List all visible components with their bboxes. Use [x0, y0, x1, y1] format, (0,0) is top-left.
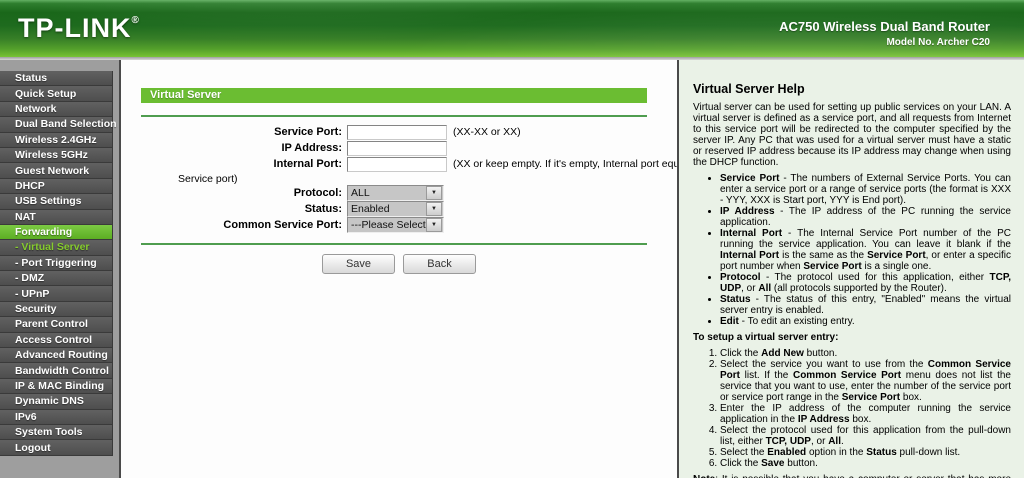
service-port-row: Service Port: (XX-XX or XX): [121, 124, 677, 140]
help-bullet-list: Service Port - The numbers of External S…: [693, 173, 1011, 327]
sidebar-item-virtual-server[interactable]: - Virtual Server: [0, 240, 113, 256]
internal-port-row: Internal Port: (XX or keep empty. If it'…: [121, 156, 704, 172]
tplink-logo: TP-LINK®: [18, 13, 139, 44]
sidebar-item-bandwidth-control[interactable]: Bandwidth Control: [0, 363, 113, 379]
help-step: Select the Enabled option in the Status …: [720, 447, 1011, 458]
protocol-label: Protocol:: [293, 187, 342, 199]
help-bullet: Internal Port - The Internal Service Por…: [720, 228, 1011, 272]
ip-address-row: IP Address:: [121, 140, 677, 156]
help-step: Select the protocol used for this applic…: [720, 425, 1011, 447]
help-intro: Virtual server can be used for setting u…: [693, 102, 1011, 168]
tplink-logo-text: TP-LINK: [18, 13, 132, 43]
virtual-server-form: Service Port: (XX-XX or XX) IP Address: …: [121, 124, 704, 233]
help-step: Enter the IP address of the computer run…: [720, 403, 1011, 425]
sidebar-item-nat[interactable]: NAT: [0, 209, 113, 225]
status-row: Status: Enabled ▼: [121, 201, 677, 217]
sidebar-item-dynamic-dns[interactable]: Dynamic DNS: [0, 394, 113, 410]
sidebar-item-wireless-5ghz[interactable]: Wireless 5GHz: [0, 147, 113, 164]
sidebar-item-ip-mac-binding[interactable]: IP & MAC Binding: [0, 378, 113, 395]
help-bullet: Status - The status of this entry, "Enab…: [720, 294, 1011, 316]
sidebar-item-forwarding[interactable]: Forwarding: [0, 224, 113, 241]
header: TP-LINK® AC750 Wireless Dual Band Router…: [0, 0, 1024, 57]
bottom-rule: [141, 243, 647, 245]
form-buttons: Save Back: [121, 254, 677, 274]
help-bullet: IP Address - The IP address of the PC ru…: [720, 206, 1011, 228]
help-bullet: Service Port - The numbers of External S…: [720, 173, 1011, 206]
service-port-hint: (XX-XX or XX): [453, 126, 521, 138]
sidebar-item-advanced-routing[interactable]: Advanced Routing: [0, 348, 113, 364]
protocol-select[interactable]: ALL ▼: [347, 185, 444, 201]
sidebar-item-wireless-2-4ghz[interactable]: Wireless 2.4GHz: [0, 132, 113, 148]
sidebar-item-quick-setup[interactable]: Quick Setup: [0, 86, 113, 102]
top-rule: [141, 115, 647, 117]
product-name: AC750 Wireless Dual Band Router: [779, 19, 990, 34]
sidebar-item-status[interactable]: Status: [0, 71, 113, 87]
help-step: Click the Save button.: [720, 458, 1011, 469]
service-port-label: Service Port:: [274, 126, 342, 138]
sidebar-item-guest-network[interactable]: Guest Network: [0, 163, 113, 179]
back-button[interactable]: Back: [403, 254, 476, 274]
status-label: Status:: [304, 203, 342, 215]
header-product-info: AC750 Wireless Dual Band Router Model No…: [779, 19, 990, 48]
help-title: Virtual Server Help: [693, 82, 805, 96]
save-button[interactable]: Save: [322, 254, 395, 274]
help-note: Note: It is possible that you have a com…: [693, 474, 1011, 478]
chevron-down-icon: ▼: [426, 186, 442, 200]
internal-port-input[interactable]: [347, 156, 447, 172]
common-service-port-select[interactable]: ---Please Select--- ▼: [347, 217, 444, 233]
page-title: Virtual Server: [141, 88, 647, 103]
main-panel: Virtual Server Service Port: (XX-XX or X…: [119, 60, 704, 478]
sidebar-item-access-control[interactable]: Access Control: [0, 332, 113, 349]
sidebar-item-dual-band-selection[interactable]: Dual Band Selection: [0, 117, 117, 133]
sidebar-item-dhcp[interactable]: DHCP: [0, 178, 113, 195]
model-number: Model No. Archer C20: [886, 37, 990, 48]
sidebar-item-ipv6[interactable]: IPv6: [0, 409, 113, 425]
help-bullet: Edit - To edit an existing entry.: [720, 316, 1011, 327]
common-service-port-select-value: ---Please Select---: [351, 219, 426, 231]
sidebar: Status Quick Setup Network Dual Band Select…: [0, 60, 119, 478]
status-select-value: Enabled: [351, 203, 390, 215]
help-step: Click the Add New button.: [720, 348, 1011, 359]
common-service-port-label: Common Service Port:: [223, 219, 342, 231]
help-bullet: Protocol - The protocol used for this ap…: [720, 272, 1011, 294]
status-select[interactable]: Enabled ▼: [347, 201, 444, 217]
internal-port-hint: (XX or keep empty. If it's empty, Intern…: [453, 158, 705, 170]
chevron-down-icon: ▼: [426, 218, 442, 232]
sidebar-item-logout[interactable]: Logout: [0, 440, 113, 456]
ip-address-label: IP Address:: [281, 142, 342, 154]
service-port-input[interactable]: [347, 124, 447, 140]
help-step-list: Click the Add New button.Select the serv…: [693, 348, 1011, 469]
help-step: Select the service you want to use from …: [720, 359, 1011, 403]
ip-address-input[interactable]: [347, 140, 447, 156]
protocol-select-value: ALL: [351, 187, 370, 199]
internal-port-hint-wrap: Service port): [178, 172, 238, 185]
chevron-down-icon: ▼: [426, 202, 442, 216]
common-service-port-row: Common Service Port: ---Please Select---…: [121, 217, 677, 233]
help-setup-heading: To setup a virtual server entry:: [693, 332, 839, 343]
sidebar-item-port-triggering[interactable]: - Port Triggering: [0, 255, 113, 272]
sidebar-item-parent-control[interactable]: Parent Control: [0, 317, 113, 333]
sidebar-item-network[interactable]: Network: [0, 101, 113, 118]
sidebar-nav: Status Quick Setup Network Dual Band Select…: [0, 71, 119, 456]
help-panel: Virtual Server Help Virtual server can b…: [677, 60, 1024, 478]
sidebar-item-system-tools[interactable]: System Tools: [0, 424, 113, 441]
sidebar-item-upnp[interactable]: - UPnP: [0, 286, 113, 302]
registered-mark-icon: ®: [131, 15, 139, 26]
internal-port-label: Internal Port:: [273, 158, 342, 170]
sidebar-item-usb-settings[interactable]: USB Settings: [0, 194, 113, 210]
sidebar-item-dmz[interactable]: - DMZ: [0, 271, 113, 287]
sidebar-item-security[interactable]: Security: [0, 301, 113, 318]
protocol-row: Protocol: ALL ▼: [121, 185, 677, 201]
